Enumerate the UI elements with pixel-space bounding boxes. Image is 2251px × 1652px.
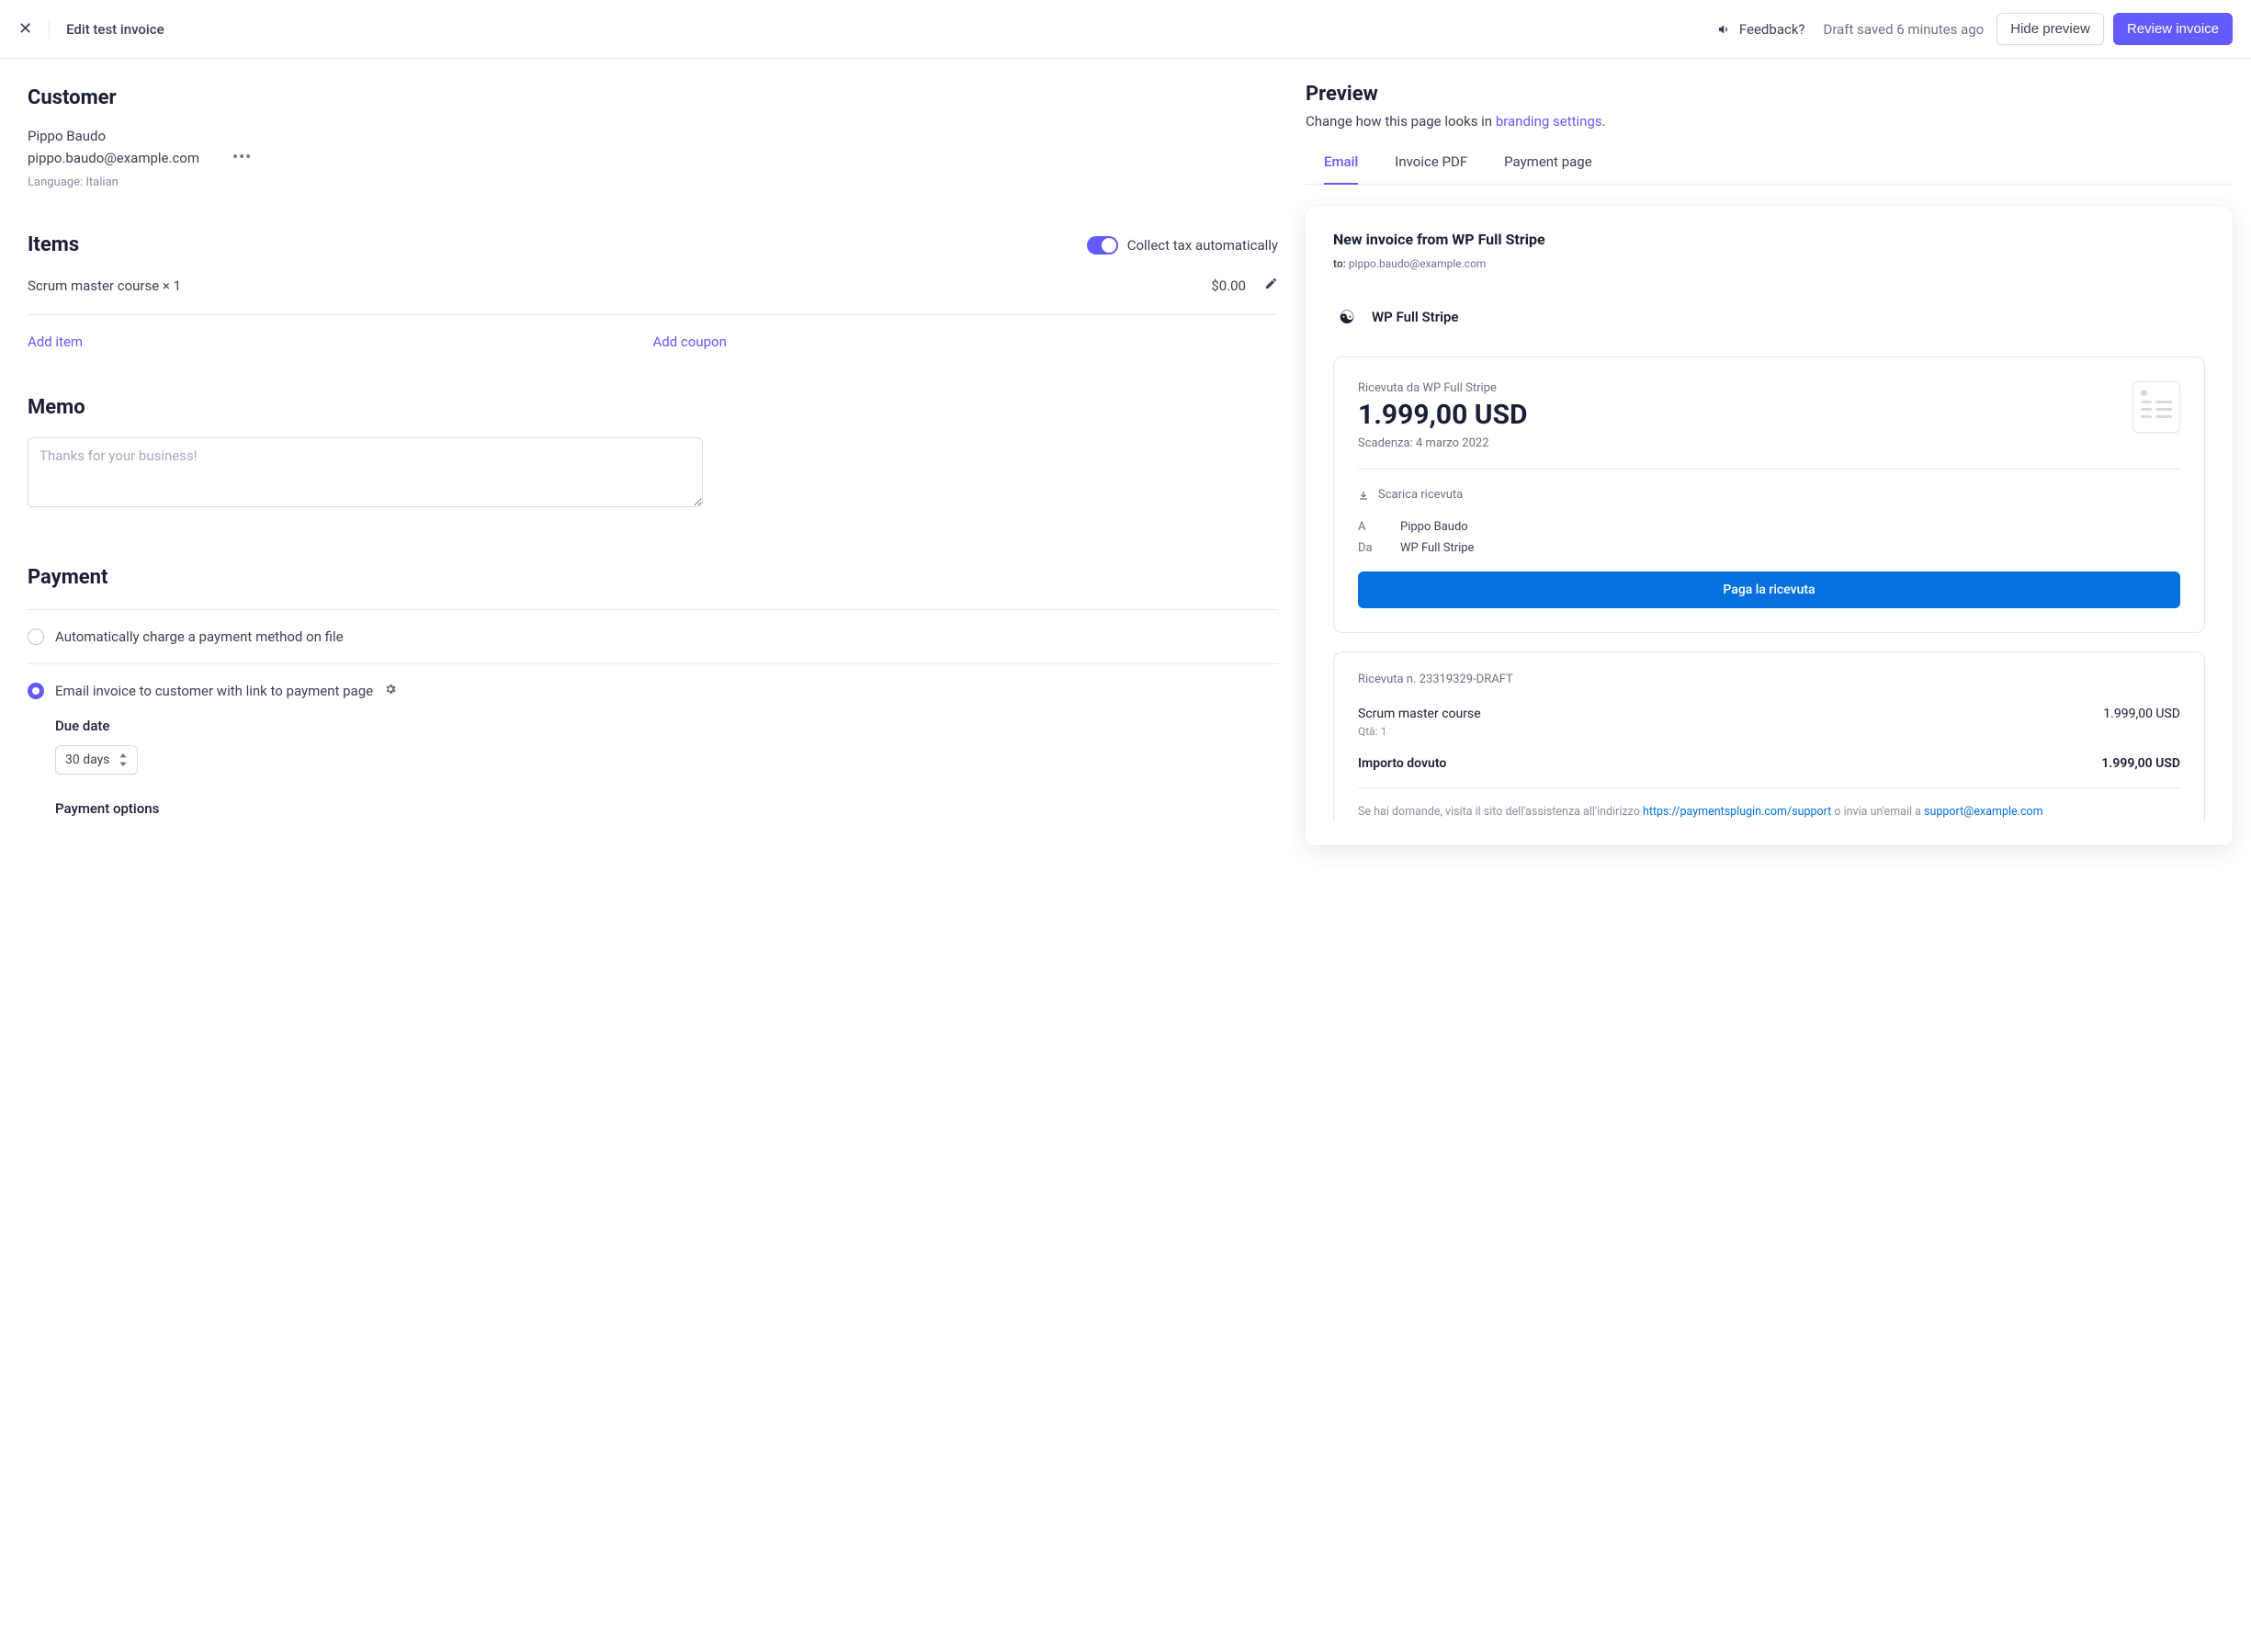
payment-option-auto-label: Automatically charge a payment method on… [55, 628, 344, 645]
merchant-logo-icon: ☯ [1333, 303, 1361, 331]
collect-tax-toggle[interactable] [1087, 236, 1118, 255]
receipt-summary-card: Ricevuta da WP Full Stripe 1.999,00 USD … [1333, 356, 2205, 633]
chevron-updown-icon [119, 753, 128, 766]
topbar: ✕ Edit test invoice Feedback? Draft save… [0, 0, 2251, 59]
review-invoice-button[interactable]: Review invoice [2113, 13, 2233, 45]
customer-language: Language: Italian [28, 175, 1278, 189]
document-icon [2132, 381, 2180, 433]
line-item-qty: Qtà: 1 [1358, 725, 2180, 738]
memo-section: Memo [28, 396, 1278, 511]
gear-icon[interactable] [384, 683, 397, 699]
item-row: Scrum master course × 1 $0.00 [28, 277, 1278, 315]
receipt-lines-card: Ricevuta n. 23319329-DRAFT Scrum master … [1333, 651, 2205, 821]
branding-settings-link[interactable]: branding settings [1496, 113, 1602, 130]
receipt-da-label: Da [1358, 541, 1378, 555]
payment-section: Payment Automatically charge a payment m… [28, 566, 1278, 817]
item-price: $0.00 [1211, 277, 1246, 294]
merchant-name: WP Full Stripe [1372, 309, 1459, 325]
receipt-a-value: Pippo Baudo [1400, 520, 1468, 534]
line-item-row: Scrum master course 1.999,00 USD [1358, 707, 2180, 721]
feedback-label: Feedback? [1739, 21, 1805, 38]
pay-receipt-button[interactable]: Paga la ricevuta [1358, 571, 2180, 608]
support-link[interactable]: https://paymentsplugin.com/support [1643, 805, 1831, 819]
due-date-select[interactable]: 30 days [55, 745, 138, 775]
due-date-label: Due date [55, 718, 1278, 734]
payment-option-auto[interactable]: Automatically charge a payment method on… [28, 610, 1278, 663]
preview-heading: Preview [1306, 83, 2233, 106]
radio-selected-icon[interactable] [28, 683, 44, 699]
customer-section: Customer Pippo Baudo pippo.baudo@example… [28, 86, 1278, 189]
preview-panel: Preview Change how this page looks in br… [1306, 59, 2251, 845]
payment-heading: Payment [28, 566, 1278, 589]
page-title: Edit test invoice [66, 21, 164, 38]
tab-payment-page[interactable]: Payment page [1504, 153, 1592, 184]
support-email-link[interactable]: support@example.com [1924, 805, 2043, 819]
payment-options-label: Payment options [28, 800, 1278, 817]
email-preview-card: New invoice from WP Full Stripe to: pipp… [1306, 207, 2233, 845]
item-name: Scrum master course × 1 [28, 277, 181, 294]
customer-heading: Customer [28, 86, 1278, 109]
payment-option-email-label: Email invoice to customer with link to p… [55, 683, 373, 699]
total-label: Importo dovuto [1358, 756, 1446, 771]
preview-tabs: Email Invoice PDF Payment page [1306, 153, 2233, 185]
add-item-link[interactable]: Add item [28, 334, 83, 350]
customer-email: pippo.baudo@example.com [28, 150, 199, 166]
receipt-number: Ricevuta n. 23319329-DRAFT [1358, 673, 2180, 686]
radio-unselected-icon[interactable] [28, 628, 44, 645]
preview-subtext: Change how this page looks in branding s… [1306, 113, 2233, 130]
payment-option-email[interactable]: Email invoice to customer with link to p… [28, 664, 1278, 718]
draft-saved-status: Draft saved 6 minutes ago [1824, 21, 1985, 38]
editor-panel: Customer Pippo Baudo pippo.baudo@example… [0, 59, 1306, 844]
receipt-amount: 1.999,00 USD [1358, 399, 1528, 431]
items-section: Items Collect tax automatically Scrum ma… [28, 233, 1278, 350]
line-item-amount: 1.999,00 USD [2103, 707, 2180, 721]
close-icon[interactable]: ✕ [18, 19, 50, 39]
receipt-from: Ricevuta da WP Full Stripe [1358, 381, 1528, 395]
receipt-a-label: A [1358, 520, 1378, 534]
receipt-da-value: WP Full Stripe [1400, 541, 1474, 555]
add-coupon-link[interactable]: Add coupon [653, 334, 727, 350]
customer-name: Pippo Baudo [28, 128, 1278, 144]
download-icon [1358, 490, 1369, 501]
collect-tax-label: Collect tax automatically [1127, 237, 1278, 254]
tab-email[interactable]: Email [1324, 153, 1358, 185]
memo-heading: Memo [28, 396, 1278, 419]
total-amount: 1.999,00 USD [2101, 756, 2180, 771]
due-date-value: 30 days [65, 752, 109, 767]
items-heading: Items [28, 233, 79, 256]
support-text: Se hai domande, visita il sito dell'assi… [1358, 803, 2180, 821]
more-icon[interactable]: ••• [232, 150, 252, 166]
receipt-due-date: Scadenza: 4 marzo 2022 [1358, 436, 1528, 450]
total-row: Importo dovuto 1.999,00 USD [1358, 756, 2180, 771]
email-to: to: pippo.baudo@example.com [1333, 257, 2205, 270]
feedback-link[interactable]: Feedback? [1717, 21, 1805, 38]
megaphone-icon [1717, 22, 1732, 37]
edit-item-icon[interactable] [1264, 277, 1278, 294]
line-item-name: Scrum master course [1358, 707, 1481, 721]
download-receipt-link[interactable]: Scarica ricevuta [1358, 488, 2180, 502]
memo-input[interactable] [28, 437, 703, 507]
tab-invoice-pdf[interactable]: Invoice PDF [1395, 153, 1467, 184]
email-subject: New invoice from WP Full Stripe [1333, 231, 2205, 248]
hide-preview-button[interactable]: Hide preview [1996, 13, 2104, 45]
